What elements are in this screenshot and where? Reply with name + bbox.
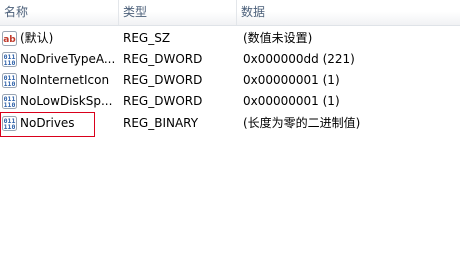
value-data: (长度为零的二进制值) (243, 116, 361, 130)
svg-text:110: 110 (4, 80, 16, 88)
value-data: (数值未设置) (243, 31, 313, 45)
highlight-annotation-box (0, 112, 95, 137)
value-data: 0x00000001 (1) (243, 94, 340, 108)
column-header-data[interactable]: 数据 (237, 0, 460, 25)
value-name: (默认) (20, 31, 54, 45)
column-header-bar: 名称 类型 数据 (0, 0, 460, 26)
column-header-name[interactable]: 名称 (0, 0, 118, 25)
value-data: 0x000000dd (221) (243, 52, 355, 66)
binary-value-icon: 011 110 (2, 73, 17, 88)
column-header-type[interactable]: 类型 (119, 0, 236, 25)
string-value-icon: ab (2, 31, 17, 46)
value-name: NoLowDiskSp... (20, 94, 113, 108)
value-type: REG_DWORD (123, 94, 203, 108)
svg-text:110: 110 (4, 101, 16, 109)
value-name: NoInternetIcon (20, 73, 110, 87)
registry-value-row[interactable]: ab (默认) REG_SZ (数值未设置) (0, 28, 460, 49)
registry-value-row[interactable]: 011 110 NoDriveTypeA... REG_DWORD 0x0000… (0, 49, 460, 70)
binary-value-icon: 011 110 (2, 94, 17, 109)
value-type: REG_SZ (123, 31, 171, 45)
value-type: REG_BINARY (123, 116, 199, 130)
value-type: REG_DWORD (123, 52, 203, 66)
registry-value-row[interactable]: 011 110 NoInternetIcon REG_DWORD 0x00000… (0, 70, 460, 91)
registry-value-row[interactable]: 011 110 NoLowDiskSp... REG_DWORD 0x00000… (0, 91, 460, 112)
value-name: NoDriveTypeA... (20, 52, 116, 66)
svg-text:ab: ab (3, 35, 16, 45)
binary-value-icon: 011 110 (2, 52, 17, 67)
svg-text:110: 110 (4, 59, 16, 67)
registry-values-list[interactable]: 名称 类型 数据 ab (默认) REG_SZ (数值未设置) 011 110 … (0, 0, 460, 257)
value-data: 0x00000001 (1) (243, 73, 340, 87)
value-type: REG_DWORD (123, 73, 203, 87)
